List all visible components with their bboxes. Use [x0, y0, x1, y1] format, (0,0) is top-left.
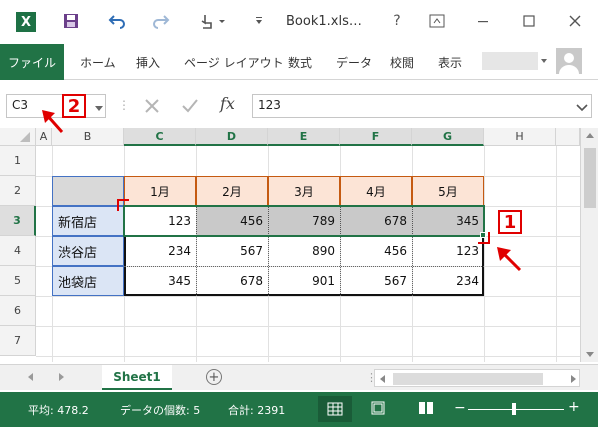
formula-input[interactable] [252, 94, 592, 118]
row-header-6[interactable]: 6 [0, 296, 36, 326]
page-layout-view-icon[interactable] [370, 400, 388, 418]
redo-icon[interactable] [150, 8, 172, 34]
avatar[interactable] [556, 48, 582, 74]
save-icon[interactable] [60, 8, 82, 34]
scroll-tabs-left-icon[interactable] [26, 371, 36, 383]
selection-range[interactable] [123, 205, 485, 237]
tab-home[interactable]: ホーム [80, 44, 116, 80]
month-header-cell[interactable]: 4月 [340, 176, 412, 206]
row-header-4[interactable]: 4 [0, 236, 36, 266]
scroll-tabs-right-icon[interactable] [56, 371, 66, 383]
select-all-corner[interactable] [0, 128, 36, 146]
store-name-cell[interactable]: 池袋店 [52, 266, 124, 296]
annotation-corner-mark [478, 232, 490, 244]
zoom-in-button[interactable]: + [568, 399, 580, 417]
store-name-cell[interactable]: 新宿店 [52, 206, 124, 236]
help-icon[interactable]: ? [386, 8, 408, 34]
name-box-dropdown-icon[interactable] [94, 102, 104, 111]
zoom-slider-thumb[interactable] [512, 403, 516, 415]
normal-view-icon[interactable] [318, 396, 352, 422]
annotation-corner-mark [117, 199, 129, 211]
gridline [36, 326, 598, 327]
undo-icon[interactable] [106, 8, 128, 34]
minimize-icon[interactable] [472, 8, 494, 34]
month-header-cell[interactable]: 2月 [196, 176, 268, 206]
gridline [36, 296, 598, 297]
month-header-cell[interactable]: 1月 [124, 176, 196, 206]
row-header-7[interactable]: 7 [0, 326, 36, 356]
tab-split-grip[interactable]: ⋮ [366, 371, 377, 385]
sheet-tab-sheet1[interactable]: Sheet1 [102, 365, 172, 390]
status-bar: 平均: 478.2 データの個数: 5 合計: 2391 − + [0, 392, 598, 427]
tab-data[interactable]: データ [336, 44, 372, 80]
enter-icon[interactable] [180, 96, 200, 116]
annotation-arrow-2 [40, 108, 66, 136]
row-header-2[interactable]: 2 [0, 176, 36, 206]
document-title: Book1.xls… [286, 14, 362, 29]
tab-insert[interactable]: 挿入 [136, 44, 160, 80]
row-header-1[interactable]: 1 [0, 146, 36, 176]
column-header-e[interactable]: E [268, 128, 340, 146]
title-bar: X Book1.xls… ? [0, 0, 598, 44]
excel-app-icon[interactable]: X [16, 12, 36, 32]
vertical-scrollbar[interactable] [580, 128, 598, 362]
row-header-3[interactable]: 3 [0, 206, 36, 236]
horizontal-scrollbar[interactable] [374, 369, 580, 387]
tab-page-layout[interactable]: ページ レイアウト [184, 44, 284, 80]
column-header-h[interactable]: H [484, 128, 556, 146]
touch-mode-icon[interactable] [196, 8, 230, 34]
tab-view[interactable]: 表示 [438, 44, 462, 80]
tab-file[interactable]: ファイル [0, 44, 64, 80]
ribbon-display-options-icon[interactable] [426, 8, 448, 34]
store-name-cell[interactable]: 渋谷店 [52, 236, 124, 266]
column-header-f[interactable]: F [340, 128, 412, 146]
gridline [36, 356, 598, 357]
formula-input-value: 123 [258, 98, 281, 112]
tab-formulas[interactable]: 数式 [288, 44, 312, 80]
ribbon-tab-bar: ファイル ホーム 挿入 ページ レイアウト 数式 データ 校閲 表示 [0, 44, 598, 80]
row-header-5[interactable]: 5 [0, 266, 36, 296]
status-average[interactable]: 平均: 478.2 [28, 402, 89, 418]
dotted-border [124, 266, 484, 267]
annotation-badge-1: 1 [498, 210, 522, 234]
status-sum[interactable]: 合計: 2391 [228, 402, 285, 418]
column-header-d[interactable]: D [196, 128, 268, 146]
sheet-tab-bar: Sheet1 + ⋮ [0, 364, 598, 390]
zoom-out-button[interactable]: − [454, 400, 466, 418]
maximize-icon[interactable] [518, 8, 540, 34]
cancel-icon[interactable] [142, 96, 162, 116]
gridline [484, 146, 485, 362]
month-header-cell[interactable]: 5月 [412, 176, 484, 206]
column-header-g[interactable]: G [412, 128, 484, 146]
insert-function-icon[interactable]: fx [220, 94, 246, 116]
account-dropdown-icon[interactable] [540, 54, 548, 63]
account-name[interactable] [482, 52, 538, 70]
expand-formula-bar-icon[interactable] [576, 102, 588, 112]
new-sheet-button[interactable]: + [206, 369, 222, 385]
month-header-cell[interactable]: 3月 [268, 176, 340, 206]
table-corner-cell[interactable] [52, 176, 124, 206]
customize-qat-icon[interactable] [248, 8, 270, 34]
close-icon[interactable] [564, 8, 586, 34]
column-header-next[interactable] [556, 128, 580, 146]
formula-bar-grip[interactable]: ⋮ [118, 98, 130, 114]
column-header-c[interactable]: C [124, 128, 196, 146]
zoom-slider[interactable] [468, 409, 564, 410]
status-count[interactable]: データの個数: 5 [120, 402, 200, 418]
tab-review[interactable]: 校閲 [390, 44, 414, 80]
name-box-value: C3 [12, 98, 29, 112]
gridline [556, 146, 557, 362]
page-break-preview-icon[interactable] [418, 400, 436, 418]
annotation-arrow-1 [494, 244, 524, 274]
